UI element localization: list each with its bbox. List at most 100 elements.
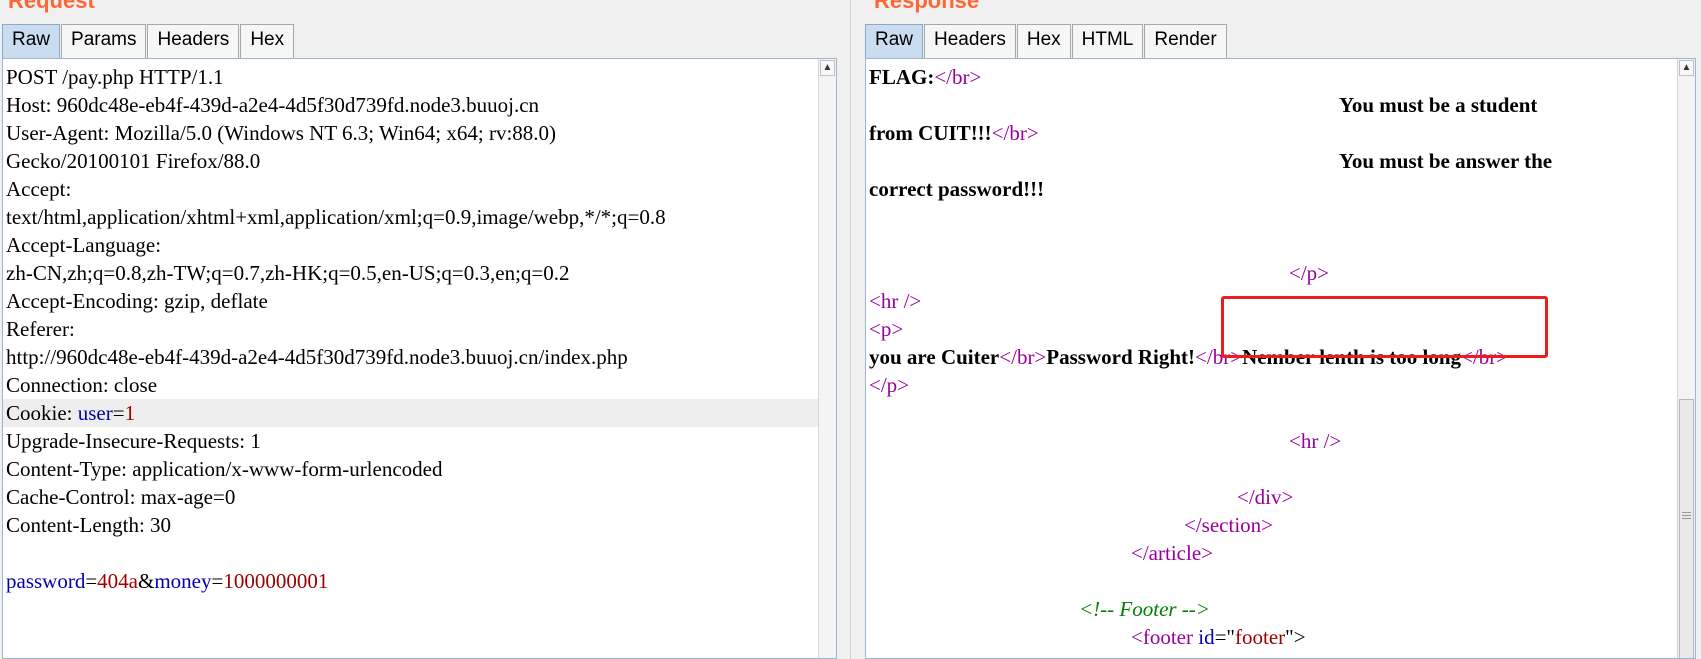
response-line: <hr /> — [866, 287, 1677, 315]
request-body-line: password=404a&money=1000000001 — [3, 567, 818, 595]
html-tag: <hr /> — [869, 289, 922, 313]
html-attr-value: footer — [1235, 625, 1286, 649]
response-editor[interactable]: FLAG:</br> You must be a student from CU… — [865, 58, 1696, 659]
cookie-value: 1 — [124, 401, 136, 425]
request-pane: Request Raw Params Headers Hex POST /pay… — [0, 0, 842, 659]
request-line: Accept-Language: — [6, 233, 162, 257]
html-tag: <hr /> — [1289, 429, 1342, 453]
html-tag: <footer — [1131, 625, 1199, 649]
request-scrollbar[interactable]: ▲ — [818, 59, 836, 658]
response-line: <hr /> — [866, 427, 1677, 455]
response-line: <footer id="footer"> — [866, 623, 1677, 651]
html-tag: </p> — [869, 373, 910, 397]
response-line: FLAG:</br> — [866, 63, 1677, 91]
response-blank-line — [866, 203, 1677, 231]
request-line: Content-Type: application/x-www-form-url… — [6, 457, 443, 481]
response-blank-line — [866, 399, 1677, 427]
html-tag: </br> — [999, 345, 1047, 369]
request-line: Accept-Encoding: gzip, deflate — [6, 289, 268, 313]
response-text-bold: correct password!!! — [869, 177, 1045, 201]
response-pane: Response Raw Headers Hex HTML Render FLA… — [860, 0, 1701, 659]
response-line: </p> — [866, 259, 1677, 287]
response-tab-render[interactable]: Render — [1144, 24, 1227, 58]
response-line: you are Cuiter</br>Password Right!</br>N… — [866, 343, 1677, 371]
param-separator: & — [138, 569, 155, 593]
request-title: Request — [8, 0, 95, 13]
html-attr-equals: =" — [1214, 625, 1236, 649]
response-text-bold: Nember lenth is too long — [1242, 345, 1462, 369]
html-tag: </br> — [1461, 345, 1509, 369]
response-tab-html[interactable]: HTML — [1071, 24, 1144, 58]
response-blank-line — [866, 567, 1677, 595]
html-tag: </br> — [991, 121, 1039, 145]
request-line: Upgrade-Insecure-Requests: 1 — [6, 429, 261, 453]
response-line: <p> — [866, 315, 1677, 343]
response-tab-hex[interactable]: Hex — [1016, 24, 1071, 58]
html-tag: </br> — [1195, 345, 1243, 369]
response-line: </div> — [866, 483, 1677, 511]
request-tabs: Raw Params Headers Hex — [2, 24, 295, 58]
cookie-equals: = — [112, 401, 125, 425]
response-line: You must be answer the — [866, 147, 1677, 175]
request-editor[interactable]: POST /pay.php HTTP/1.1 Host: 960dc48e-eb… — [2, 58, 837, 659]
cookie-name: user — [77, 401, 113, 425]
request-line: POST /pay.php HTTP/1.1 — [6, 65, 224, 89]
response-text-bold: FLAG: — [869, 65, 935, 89]
html-comment: <!-- Footer --> — [1079, 597, 1210, 621]
param-value-password: 404a — [97, 569, 138, 593]
request-line: http://960dc48e-eb4f-439d-a2e4-4d5f30d73… — [6, 345, 628, 369]
scroll-up-arrow-icon[interactable]: ▲ — [1679, 60, 1694, 76]
response-line: from CUIT!!!</br> — [866, 119, 1677, 147]
response-tab-headers[interactable]: Headers — [924, 24, 1016, 58]
response-line: correct password!!! — [866, 175, 1677, 203]
response-text-bold: You must be a student — [1339, 93, 1538, 117]
response-text-bold: Password Right! — [1046, 345, 1196, 369]
html-tag: </article> — [1131, 541, 1213, 565]
request-line: Host: 960dc48e-eb4f-439d-a2e4-4d5f30d739… — [6, 93, 540, 117]
request-tab-raw[interactable]: Raw — [2, 24, 61, 58]
response-line: </article> — [866, 539, 1677, 567]
response-text-bold: you are Cuiter — [869, 345, 1000, 369]
html-attr-name: id — [1198, 625, 1215, 649]
pane-divider[interactable] — [842, 0, 860, 659]
request-line: text/html,application/xhtml+xml,applicat… — [6, 205, 666, 229]
html-tag: </p> — [1289, 261, 1330, 285]
response-line: You must be a student — [866, 91, 1677, 119]
request-line: Content-Length: 30 — [6, 513, 172, 537]
param-name-password: password — [6, 569, 86, 593]
html-tag: </div> — [1237, 485, 1294, 509]
request-line: Gecko/20100101 Firefox/88.0 — [6, 149, 261, 173]
response-text-bold: You must be answer the — [1339, 149, 1553, 173]
param-name-money: money — [154, 569, 212, 593]
request-line: Accept: — [6, 177, 72, 201]
html-tag-close: "> — [1285, 625, 1306, 649]
request-blank-line — [3, 539, 818, 567]
param-value-money: 1000000001 — [223, 569, 329, 593]
request-line: User-Agent: Mozilla/5.0 (Windows NT 6.3;… — [6, 121, 557, 145]
param-equals: = — [85, 569, 98, 593]
response-blank-line — [866, 455, 1677, 483]
request-tab-hex[interactable]: Hex — [240, 24, 295, 58]
html-tag: <p> — [869, 317, 904, 341]
request-tab-headers[interactable]: Headers — [147, 24, 240, 58]
request-tab-params[interactable]: Params — [61, 24, 147, 58]
request-line: Connection: close — [6, 373, 158, 397]
request-line-cookie: Cookie: user=1 — [3, 399, 818, 427]
request-line: Referer: — [6, 317, 75, 341]
response-scrollbar[interactable]: ▲ — [1677, 59, 1695, 658]
response-title: Response — [874, 0, 980, 13]
param-equals: = — [211, 569, 224, 593]
html-tag: </section> — [1184, 513, 1274, 537]
response-scrollbar-thumb[interactable] — [1679, 399, 1694, 658]
scroll-up-arrow-icon[interactable]: ▲ — [820, 60, 835, 76]
response-line: </section> — [866, 511, 1677, 539]
response-line: </p> — [866, 371, 1677, 399]
response-line: <!-- Footer --> — [866, 595, 1677, 623]
request-text[interactable]: POST /pay.php HTTP/1.1 Host: 960dc48e-eb… — [3, 63, 818, 658]
html-tag: </br> — [934, 65, 982, 89]
cookie-label: Cookie: — [6, 401, 78, 425]
response-tab-raw[interactable]: Raw — [865, 24, 924, 58]
response-text-bold: from CUIT!!! — [869, 121, 992, 145]
response-text[interactable]: FLAG:</br> You must be a student from CU… — [866, 63, 1677, 658]
response-blank-line — [866, 231, 1677, 259]
